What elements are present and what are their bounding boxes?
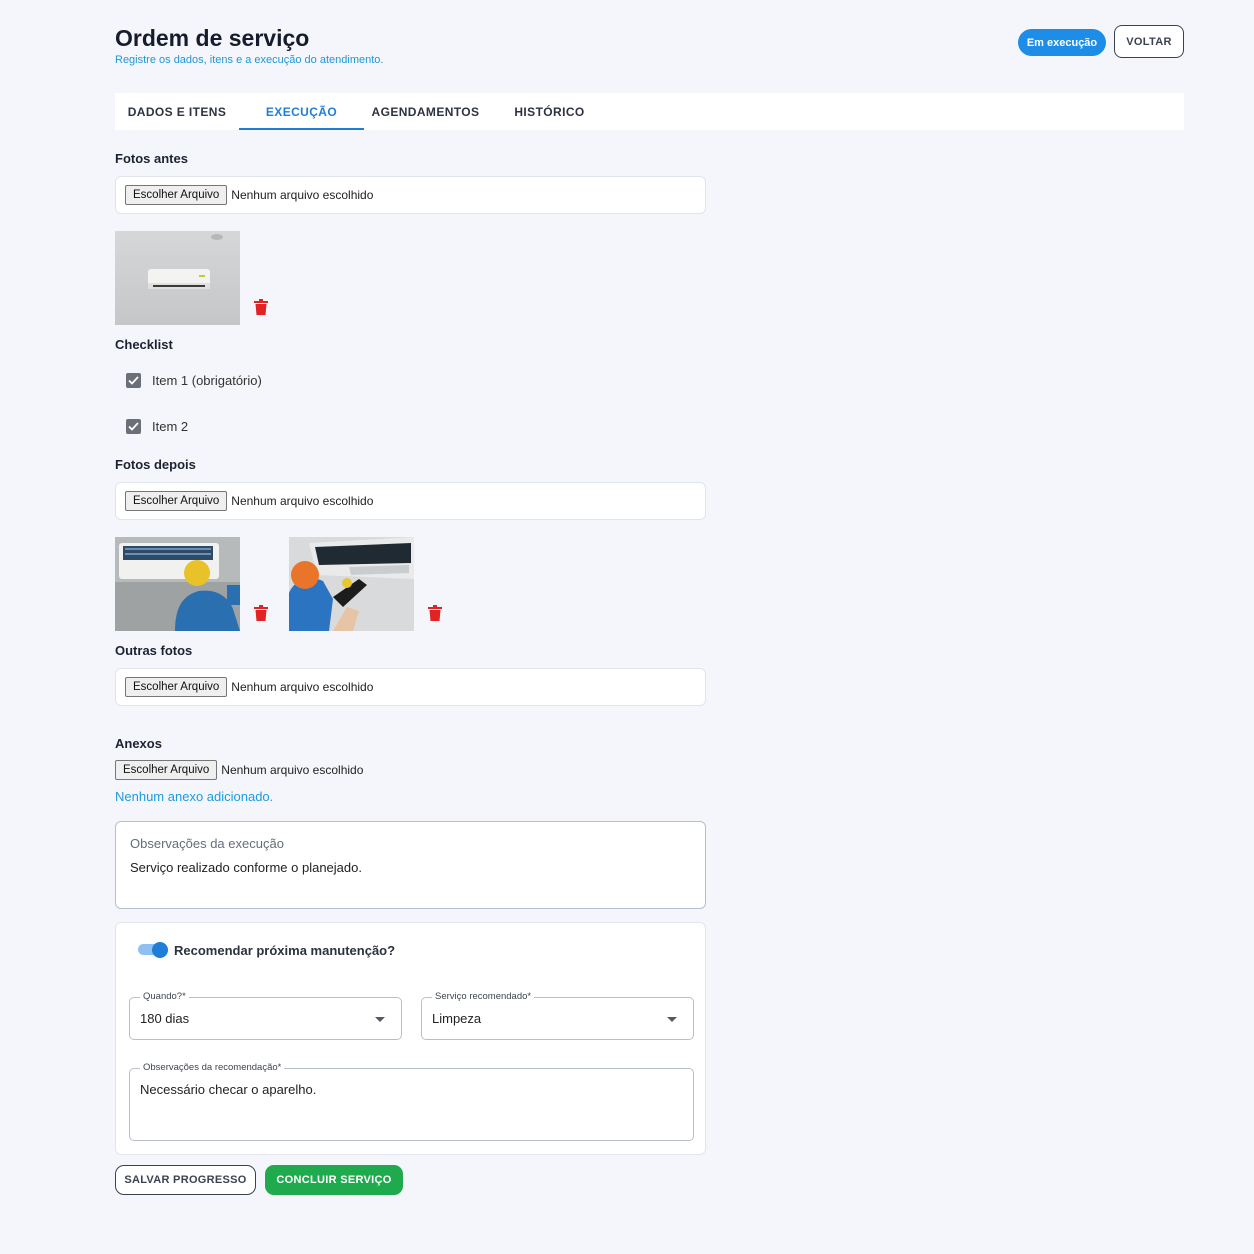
tab-execucao[interactable]: EXECUÇÃO	[239, 93, 364, 130]
recommended-service-value: Limpeza	[432, 1011, 482, 1026]
photo-before-thumbnail[interactable]	[115, 231, 240, 325]
chevron-down-icon	[667, 1017, 677, 1022]
checklist-item-label: Item 1 (obrigatório)	[152, 373, 262, 388]
when-value: 180 dias	[140, 1011, 190, 1026]
file-status-text: Nenhum arquivo escolhido	[231, 680, 374, 694]
execution-notes-textarea[interactable]: Observações da execução Serviço realizad…	[115, 821, 706, 909]
recommended-service-label: Serviço recomendado*	[432, 991, 535, 1002]
page-title: Ordem de serviço	[115, 25, 310, 51]
recommendation-notes-textarea[interactable]: Observações da recomendação* Necessário …	[129, 1062, 694, 1141]
recommendation-notes-value: Necessário checar o aparelho.	[140, 1082, 317, 1097]
choose-file-button[interactable]: Escolher Arquivo	[115, 760, 218, 780]
tab-bar: DADOS E ITENS EXECUÇÃO AGENDAMENTOS HIST…	[115, 93, 1184, 130]
checklist-item[interactable]: Item 1 (obrigatório)	[126, 373, 262, 388]
photos-after-file-input: Escolher Arquivo Nenhum arquivo escolhid…	[115, 482, 706, 520]
tab-historico[interactable]: HISTÓRICO	[487, 93, 612, 130]
photos-before-label: Fotos antes	[115, 151, 188, 166]
page-subtitle: Registre os dados, itens e a execução do…	[115, 54, 384, 66]
checklist-label: Checklist	[115, 337, 173, 352]
attachments-empty-message: Nenhum anexo adicionado.	[115, 789, 274, 804]
back-button[interactable]: VOLTAR	[1114, 25, 1184, 58]
photo-after-thumbnail[interactable]	[289, 537, 414, 631]
photo-after-thumbnail[interactable]	[115, 537, 240, 631]
tab-agendamentos[interactable]: AGENDAMENTOS	[364, 93, 487, 130]
recommend-toggle-label: Recomendar próxima manutenção?	[174, 943, 396, 958]
toggle-knob	[152, 942, 168, 958]
checkbox-checked-icon[interactable]	[126, 373, 141, 388]
recommendation-card: Recomendar próxima manutenção? Quando?* …	[115, 922, 706, 1155]
file-status-text: Nenhum arquivo escolhido	[231, 188, 374, 202]
attachments-file-input: Escolher Arquivo Nenhum arquivo escolhid…	[115, 760, 363, 780]
attachments-label: Anexos	[115, 736, 162, 751]
photos-before-file-input: Escolher Arquivo Nenhum arquivo escolhid…	[115, 176, 706, 214]
other-photos-label: Outras fotos	[115, 643, 193, 658]
recommended-service-select[interactable]: Serviço recomendado* Limpeza	[421, 991, 694, 1040]
delete-photo-icon[interactable]	[428, 605, 442, 621]
save-progress-button[interactable]: SALVAR PROGRESSO	[115, 1165, 256, 1195]
checklist-item[interactable]: Item 2	[126, 419, 188, 434]
other-photos-file-input: Escolher Arquivo Nenhum arquivo escolhid…	[115, 668, 706, 706]
checkbox-checked-icon[interactable]	[126, 419, 141, 434]
choose-file-button[interactable]: Escolher Arquivo	[125, 491, 228, 511]
delete-photo-icon[interactable]	[254, 605, 268, 621]
choose-file-button[interactable]: Escolher Arquivo	[125, 185, 228, 205]
when-label: Quando?*	[140, 991, 189, 1002]
photos-after-label: Fotos depois	[115, 457, 196, 472]
file-status-text: Nenhum arquivo escolhido	[231, 494, 374, 508]
execution-notes-value: Serviço realizado conforme o planejado.	[130, 860, 362, 875]
file-status-text: Nenhum arquivo escolhido	[221, 763, 364, 777]
chevron-down-icon	[375, 1017, 385, 1022]
delete-photo-icon[interactable]	[254, 299, 268, 315]
choose-file-button[interactable]: Escolher Arquivo	[125, 677, 228, 697]
execution-notes-label: Observações da execução	[130, 836, 284, 851]
when-select[interactable]: Quando?* 180 dias	[129, 991, 402, 1040]
status-badge: Em execução	[1018, 29, 1106, 56]
tab-dados-e-itens[interactable]: DADOS E ITENS	[115, 93, 239, 130]
recommend-toggle[interactable]	[138, 942, 168, 958]
checklist-item-label: Item 2	[152, 419, 189, 434]
complete-service-button[interactable]: CONCLUIR SERVIÇO	[265, 1165, 403, 1195]
recommendation-notes-label: Observações da recomendação*	[140, 1062, 285, 1073]
